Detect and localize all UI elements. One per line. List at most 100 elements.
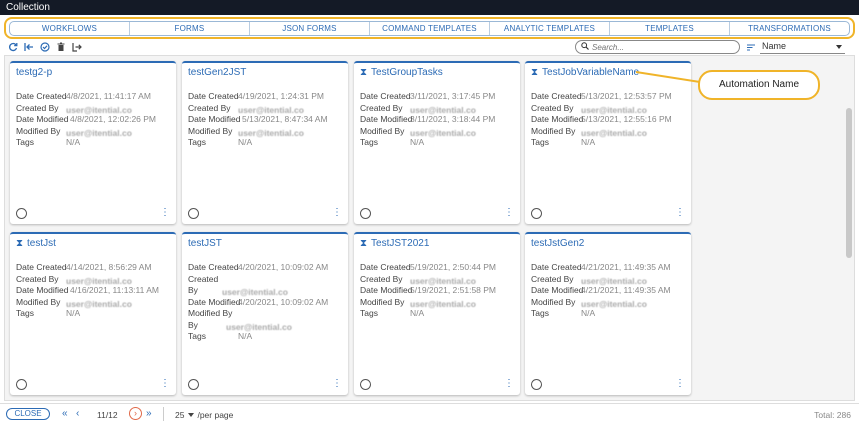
card-title[interactable]: ⧗ TestJST2021 [360, 238, 429, 249]
date-modified-value: 4/16/2021, 11:13:11 AM [70, 285, 160, 295]
tab-workflows[interactable]: WORKFLOWS [10, 22, 130, 35]
search-box[interactable] [575, 40, 740, 54]
created-by-label: Created By [188, 103, 231, 113]
modified-by-label: Modified By [16, 126, 61, 136]
pagination-footer: CLOSE « ‹ 11/12 › » 25/per page Total: 2… [0, 403, 859, 424]
tags-value: N/A [410, 137, 425, 147]
card-item[interactable]: ⧗ TestJobVariableName Date Created 5/13/2… [525, 61, 691, 224]
prev-page-icon[interactable]: ‹ [76, 408, 79, 420]
per-page-label: /per page [197, 410, 234, 420]
more-vertical-icon[interactable]: ⋮ [160, 208, 170, 218]
last-page-icon[interactable]: » [146, 408, 152, 420]
per-page-value: 25 [175, 410, 185, 420]
tags-value: N/A [581, 137, 596, 147]
hourglass-icon: ⧗ [360, 67, 368, 78]
tab-analytic-templates[interactable]: ANALYTIC TEMPLATES [490, 22, 610, 35]
tab-command-templates[interactable]: COMMAND TEMPLATES [370, 22, 490, 35]
card-item[interactable]: ⧗ testJst Date Created 4/14/2021, 8:56:29… [10, 232, 176, 395]
more-vertical-icon[interactable]: ⋮ [504, 379, 514, 389]
card-title[interactable]: ⧗ TestGroupTasks [360, 67, 443, 78]
tags-value: N/A [410, 308, 425, 318]
date-created-value: 4/21/2021, 11:49:35 AM [581, 262, 671, 272]
select-circle[interactable] [16, 208, 27, 219]
more-vertical-icon[interactable]: ⋮ [675, 379, 685, 389]
date-modified-value: 4/21/2021, 11:49:35 AM [581, 285, 671, 295]
select-circle[interactable] [360, 379, 371, 390]
sort-selected-value: Name [762, 41, 787, 51]
select-circle[interactable] [360, 208, 371, 219]
tags-label: Tags [360, 137, 378, 147]
date-modified-value: 4/20/2021, 10:09:02 AM [238, 297, 329, 307]
created-by-label: Created By [531, 274, 574, 284]
select-circle[interactable] [531, 208, 542, 219]
card-item[interactable]: ⧗ TestGroupTasks Date Created 3/11/2021, … [354, 61, 520, 224]
card-title[interactable]: testGen2JST [188, 67, 246, 78]
refresh-icon[interactable] [8, 42, 18, 52]
search-input[interactable] [592, 42, 732, 52]
card-item[interactable]: testg2-p Date Created 4/8/2021, 11:41:17… [10, 61, 176, 224]
date-modified-value: 5/13/2021, 8:47:34 AM [242, 114, 328, 124]
close-button[interactable]: CLOSE [6, 408, 50, 420]
scrollbar[interactable] [846, 58, 852, 398]
page-indicator: 11/12 [97, 410, 118, 420]
card-title[interactable]: testJST [188, 238, 222, 249]
card-title[interactable]: testJstGen2 [531, 238, 584, 249]
date-modified-label: Date Modified [360, 285, 413, 295]
by-label: By [188, 285, 198, 295]
export-icon[interactable] [72, 42, 82, 52]
card-title[interactable]: ⧗ testJst [16, 238, 56, 249]
tab-forms[interactable]: FORMS [130, 22, 250, 35]
modified-by-label: Modified By [531, 126, 576, 136]
search-icon [581, 42, 589, 52]
scroll-thumb[interactable] [846, 108, 852, 258]
import-icon[interactable] [24, 42, 34, 52]
next-page-icon[interactable]: › [129, 407, 142, 420]
date-modified-label: Date Modified [16, 285, 69, 295]
created-by-label: Created By [16, 274, 59, 284]
date-created-label: Date Created [531, 262, 582, 272]
select-circle[interactable] [188, 379, 199, 390]
first-page-icon[interactable]: « [62, 408, 68, 420]
tags-value: N/A [238, 331, 253, 341]
card-title[interactable]: testg2-p [16, 67, 52, 78]
tags-value: N/A [66, 137, 81, 147]
card-title[interactable]: ⧗ TestJobVariableName [531, 67, 639, 78]
check-circle-icon[interactable] [40, 42, 50, 52]
sort-icon[interactable] [746, 42, 756, 52]
tags-label: Tags [360, 308, 378, 318]
more-vertical-icon[interactable]: ⋮ [504, 208, 514, 218]
date-modified-label: Date Modified [360, 114, 413, 124]
date-modified-value: 5/13/2021, 12:55:16 PM [581, 114, 672, 124]
date-created-label: Date Created [360, 262, 411, 272]
sort-select[interactable]: Name [760, 40, 845, 54]
trash-icon[interactable] [56, 42, 66, 52]
date-created-label: Date Created [16, 91, 67, 101]
per-page-select[interactable]: 25/per page [175, 410, 233, 420]
date-created-value: 4/20/2021, 10:09:02 AM [238, 262, 329, 272]
select-circle[interactable] [188, 208, 199, 219]
tab-templates[interactable]: TEMPLATES [610, 22, 730, 35]
date-modified-label: Date Modified [16, 114, 69, 124]
hourglass-icon: ⧗ [16, 238, 24, 249]
card-item[interactable]: ⧗ TestJST2021 Date Created 5/19/2021, 2:5… [354, 232, 520, 395]
divider [163, 407, 164, 421]
more-vertical-icon[interactable]: ⋮ [332, 208, 342, 218]
more-vertical-icon[interactable]: ⋮ [675, 208, 685, 218]
modified-by-label: Modified By [16, 297, 61, 307]
by-label: By [188, 320, 198, 330]
more-vertical-icon[interactable]: ⋮ [160, 379, 170, 389]
card-item[interactable]: testGen2JST Date Created 4/19/2021, 1:24… [182, 61, 348, 224]
tab-json-forms[interactable]: JSON FORMS [250, 22, 370, 35]
select-circle[interactable] [16, 379, 27, 390]
more-vertical-icon[interactable]: ⋮ [332, 379, 342, 389]
created-by-label: Created By [360, 103, 403, 113]
date-created-value: 4/19/2021, 1:24:31 PM [238, 91, 325, 101]
created-label: Created [188, 274, 219, 284]
total-count: Total: 286 [814, 410, 851, 420]
select-circle[interactable] [531, 379, 542, 390]
card-item[interactable]: testJST Date Created 4/20/2021, 10:09:02… [182, 232, 348, 395]
modified-by-label: Modified By [188, 126, 233, 136]
tab-transformations[interactable]: TRANSFORMATIONS [730, 22, 849, 35]
card-item[interactable]: testJstGen2 Date Created 4/21/2021, 11:4… [525, 232, 691, 395]
modified-by-label: Modified By [360, 297, 405, 307]
